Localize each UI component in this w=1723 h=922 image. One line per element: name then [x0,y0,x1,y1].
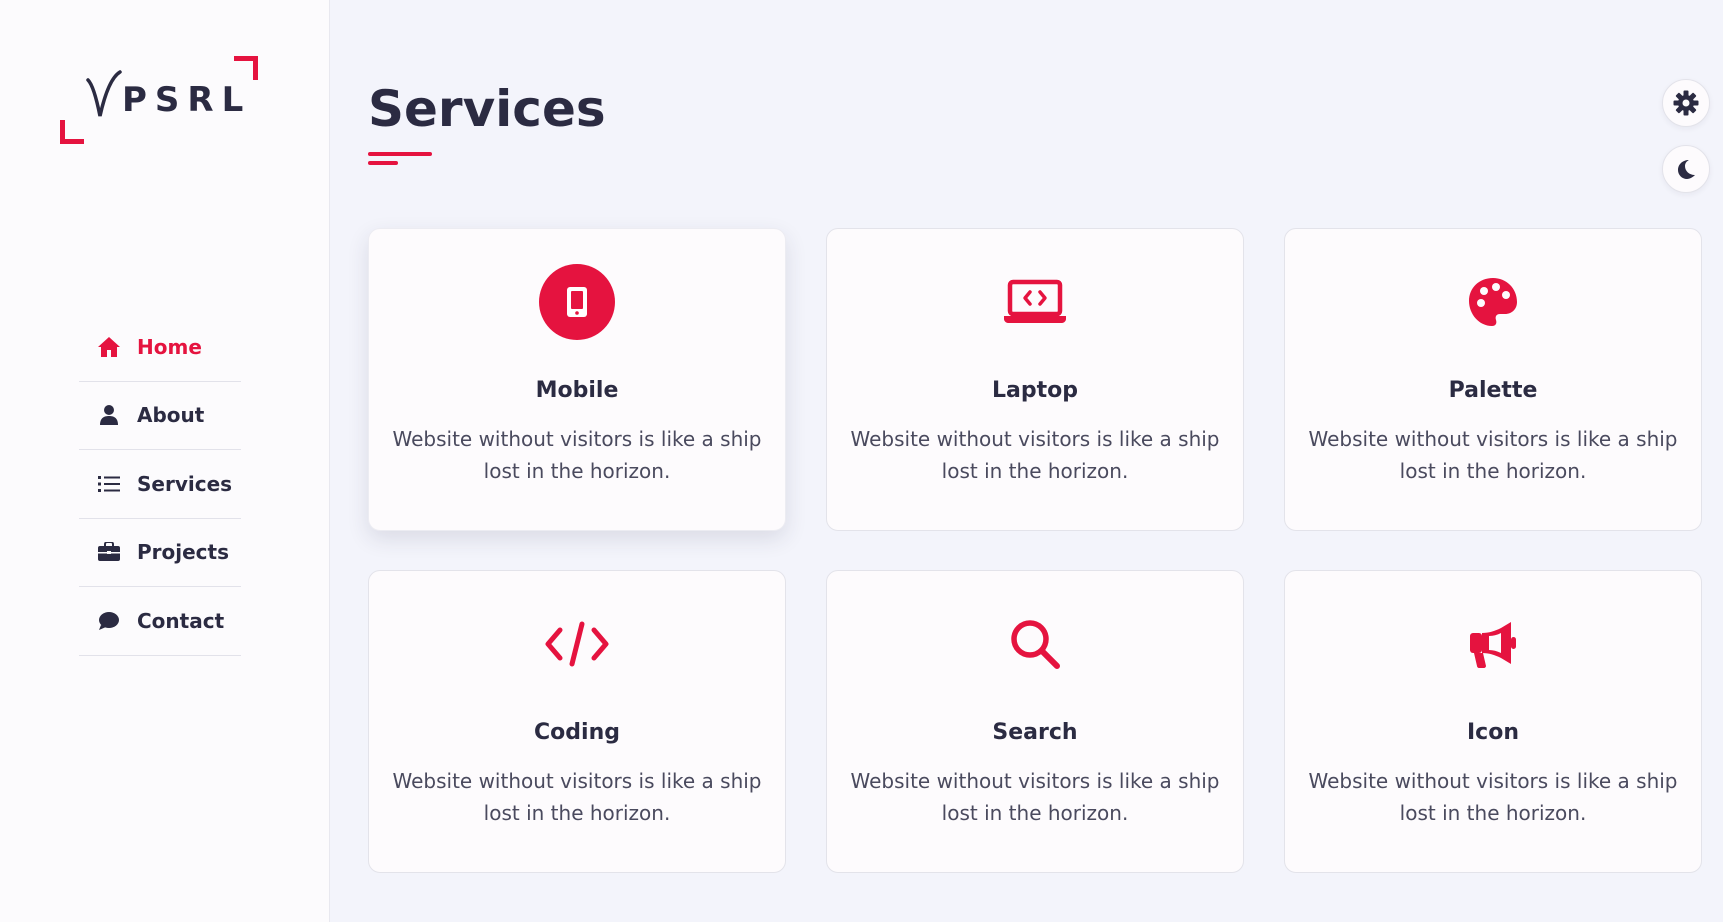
sidebar-item-label: Home [137,334,202,359]
megaphone-icon [1455,606,1531,682]
sidebar-item-label: About [137,403,205,428]
sidebar-item-about[interactable]: About [79,382,241,450]
logo-text: PSRL [122,80,252,120]
sidebar-item-label: Projects [137,540,230,565]
moon-icon [1675,158,1697,180]
gear-icon [1673,90,1699,116]
service-card-search[interactable]: Search Website without visitors is like … [826,570,1244,873]
card-text: Website without visitors is like a ship … [392,769,762,825]
code-icon [539,606,615,682]
palette-icon [1455,264,1531,340]
page-title: Services [368,80,606,138]
card-title: Coding [534,720,620,745]
list-icon [97,472,121,496]
card-title: Laptop [992,378,1078,403]
card-text: Website without visitors is like a ship … [1308,427,1678,483]
mobile-icon [539,264,615,340]
sidebar-item-label: Contact [137,608,225,633]
sidebar-nav: Home About Services Projects Contact [79,313,241,656]
card-text: Website without visitors is like a ship … [850,427,1220,483]
logo-corner-bottom-left [60,120,84,144]
sidebar-item-home[interactable]: Home [79,313,241,382]
search-icon [997,606,1073,682]
service-card-laptop[interactable]: Laptop Website without visitors is like … [826,228,1244,531]
card-title: Search [992,720,1078,745]
laptop-code-icon [997,264,1073,340]
home-icon [97,335,121,359]
theme-toggle-button[interactable] [1662,145,1710,193]
comment-icon [97,609,121,633]
logo-corner-top-right [234,56,258,80]
sidebar-item-projects[interactable]: Projects [79,519,241,587]
logo[interactable]: PSRL [60,56,260,146]
user-icon [97,403,121,427]
briefcase-icon [97,540,121,564]
service-card-coding[interactable]: Coding Website without visitors is like … [368,570,786,873]
logo-v-mark [86,70,122,117]
service-card-palette[interactable]: Palette Website without visitors is like… [1284,228,1702,531]
app-root: PSRL Home About Services Projects Contac… [0,0,1723,922]
card-title: Icon [1466,720,1519,745]
card-text: Website without visitors is like a ship … [392,427,762,483]
sidebar-item-contact[interactable]: Contact [79,587,241,656]
services-grid: Mobile Website without visitors is like … [368,228,1702,873]
service-card-icon[interactable]: Icon Website without visitors is like a … [1284,570,1702,873]
card-text: Website without visitors is like a ship … [1308,769,1678,825]
main-content: Services Mobile Website without visitors… [330,0,1723,922]
card-title: Mobile [535,378,619,403]
sidebar-item-services[interactable]: Services [79,450,241,519]
card-title: Palette [1448,378,1538,403]
sidebar-item-label: Services [137,471,233,496]
settings-button[interactable] [1662,79,1710,127]
sidebar: PSRL Home About Services Projects Contac… [0,0,330,922]
service-card-mobile[interactable]: Mobile Website without visitors is like … [368,228,786,531]
card-text: Website without visitors is like a ship … [850,769,1220,825]
title-underline [368,152,432,166]
